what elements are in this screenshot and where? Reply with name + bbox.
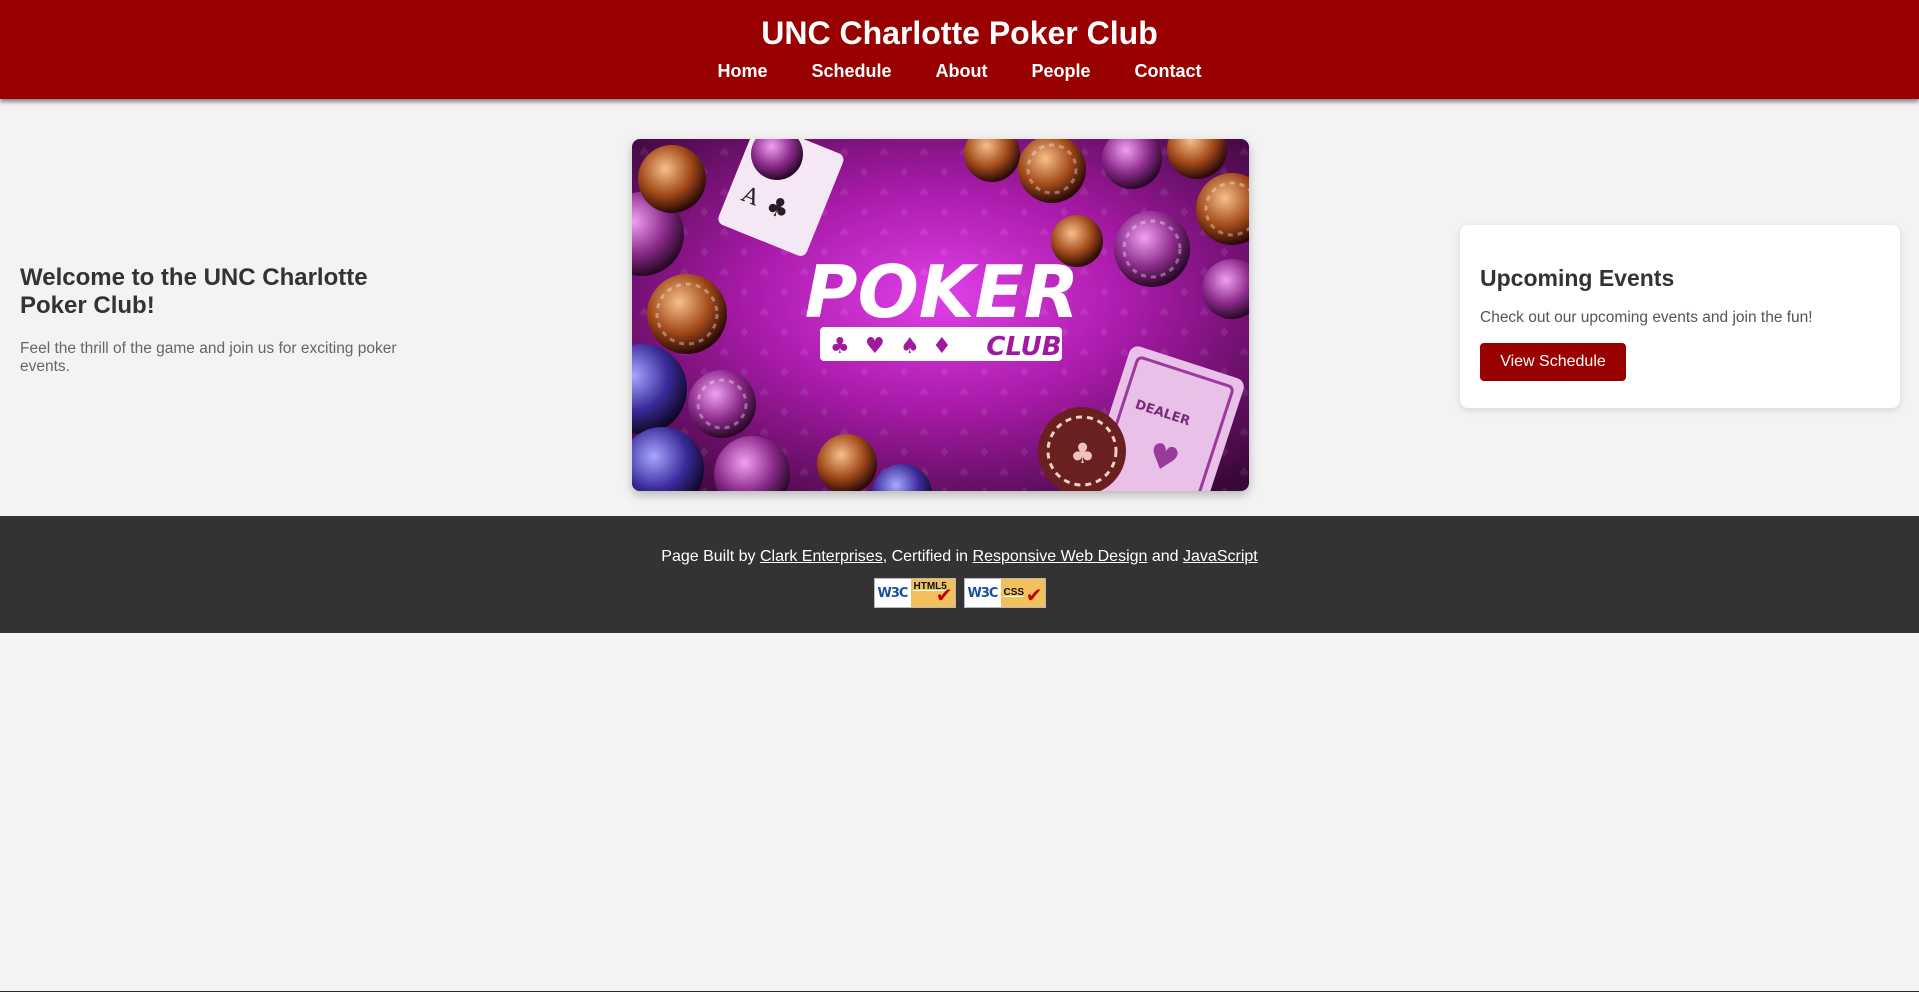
spade-suit-icon: ♠ — [900, 334, 920, 359]
site-footer: Page Built by Clark Enterprises, Certifi… — [0, 516, 1919, 633]
javascript-link[interactable]: JavaScript — [1183, 548, 1258, 565]
chip — [647, 274, 727, 354]
diamond-suit-icon: ♦ — [932, 334, 952, 359]
logo-sub: CLUB — [986, 332, 1061, 362]
poker-club-hero-image: ♠ ♦ A ♣ DEALER ♥ — [632, 139, 1249, 491]
poker-club-logo: POKER ♣ ♥ ♠ ♦ CLUB — [805, 250, 1079, 362]
responsive-web-design-link[interactable]: Responsive Web Design — [973, 548, 1148, 565]
svg-text:♣: ♣ — [1070, 437, 1095, 470]
credits-middle: , Certified in — [882, 548, 973, 565]
clark-enterprises-link[interactable]: Clark Enterprises — [760, 548, 883, 565]
events-heading: Upcoming Events — [1480, 265, 1675, 291]
main-nav: Home Schedule About People Contact — [0, 60, 1919, 82]
nav-people[interactable]: People — [1032, 60, 1091, 82]
events-text: Check out our upcoming events and join t… — [1480, 309, 1813, 326]
nav-home[interactable]: Home — [717, 60, 767, 82]
validation-badges: W3C HTML5 ✔ W3C CSS ✔ — [0, 578, 1919, 608]
view-schedule-button[interactable]: View Schedule — [1480, 343, 1626, 381]
w3c-html5-badge[interactable]: W3C HTML5 ✔ — [873, 578, 956, 608]
credits-prefix: Page Built by — [661, 548, 760, 565]
w3c-logo: W3C — [874, 579, 911, 607]
chip — [638, 145, 706, 213]
logo-word: POKER — [805, 250, 1079, 334]
welcome-section: Welcome to the UNC Charlotte Poker Club!… — [20, 264, 440, 376]
club-suit-icon: ♣ — [830, 334, 850, 359]
checkmark-icon: ✔ — [1025, 585, 1043, 607]
main-content: Welcome to the UNC Charlotte Poker Club!… — [0, 99, 1919, 516]
footer-credits: Page Built by Clark Enterprises, Certifi… — [0, 547, 1919, 567]
checkmark-icon: ✔ — [935, 585, 953, 607]
nav-schedule[interactable]: Schedule — [811, 60, 891, 82]
welcome-heading: Welcome to the UNC Charlotte Poker Club! — [20, 264, 368, 319]
nav-contact[interactable]: Contact — [1135, 60, 1202, 82]
nav-about[interactable]: About — [936, 60, 988, 82]
site-title: UNC Charlotte Poker Club — [761, 15, 1158, 51]
upcoming-events-card: Upcoming Events Check out our upcoming e… — [1460, 225, 1900, 408]
credits-and: and — [1147, 548, 1184, 565]
w3c-css-badge[interactable]: W3C CSS ✔ — [963, 578, 1046, 608]
site-header: UNC Charlotte Poker Club Home Schedule A… — [0, 0, 1919, 99]
w3c-logo: W3C — [964, 579, 1001, 607]
heart-suit-icon: ♥ — [865, 334, 885, 359]
welcome-text: Feel the thrill of the game and join us … — [20, 340, 397, 375]
